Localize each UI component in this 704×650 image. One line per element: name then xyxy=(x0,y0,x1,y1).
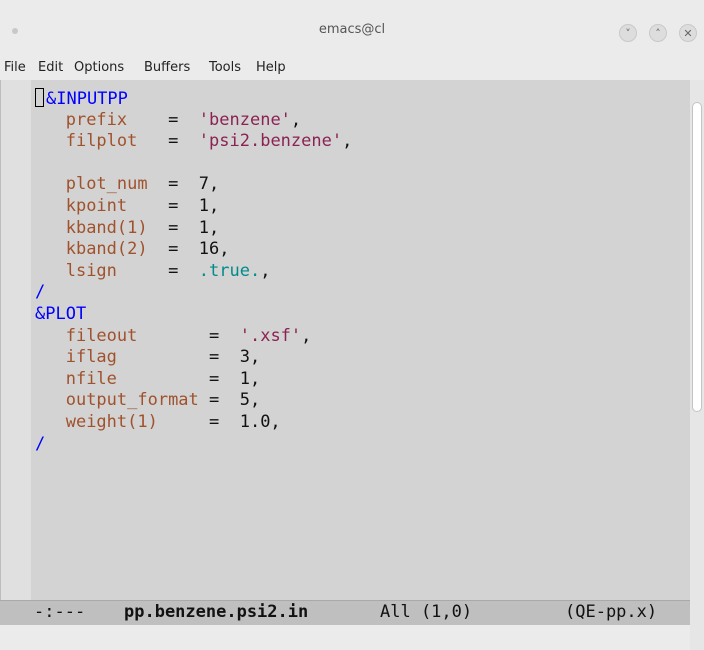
modeline-position: All (1,0) xyxy=(380,602,473,622)
code-text: = 1, xyxy=(147,217,220,238)
code-text: , xyxy=(260,260,271,281)
code-text: = 1, xyxy=(127,195,220,216)
maximize-button[interactable]: ˄ xyxy=(649,24,667,42)
code-line[interactable] xyxy=(35,153,352,175)
code-text: = 3, xyxy=(116,347,261,368)
close-button[interactable]: ✕ xyxy=(679,24,697,42)
code-line[interactable]: kpoint = 1, xyxy=(35,196,352,218)
code-line[interactable]: plot_num = 7, xyxy=(35,174,352,196)
code-line[interactable]: filplot = 'psi2.benzene', xyxy=(35,131,353,153)
code-token-var: kpoint xyxy=(65,195,128,216)
code-text: , xyxy=(290,109,302,130)
code-line[interactable]: / xyxy=(35,282,352,304)
code-line[interactable]: / xyxy=(35,434,352,456)
code-token-var: filplot xyxy=(65,131,138,152)
code-text: , xyxy=(301,325,312,346)
code-token-var: kband(1) xyxy=(65,217,148,238)
code-token-var: kband(2) xyxy=(65,239,148,260)
code-token-kw: / xyxy=(35,282,46,303)
code-line[interactable]: weight(1) = 1.0, xyxy=(35,412,352,434)
code-text: = xyxy=(137,325,240,346)
code-line[interactable]: kband(1) = 1, xyxy=(35,218,352,240)
code-text: = 7, xyxy=(147,174,220,195)
code-text: = 1, xyxy=(116,368,261,389)
code-line[interactable]: output_format = 5, xyxy=(35,390,352,412)
code-buffer[interactable]: &INPUTPP prefix = 'benzene', filplot = '… xyxy=(35,88,352,455)
close-icon: ✕ xyxy=(683,27,693,40)
modeline-buffer-name[interactable]: pp.benzene.psi2.in xyxy=(124,602,308,622)
code-text: , xyxy=(342,131,353,152)
code-line[interactable]: prefix = 'benzene', xyxy=(35,110,352,132)
menu-tools[interactable]: Tools xyxy=(209,60,241,75)
code-text: = xyxy=(127,109,199,130)
code-line[interactable]: lsign = .true., xyxy=(35,261,352,283)
code-token-var: output_format xyxy=(65,390,199,411)
code-text: = 1.0, xyxy=(157,411,281,432)
code-text: = 5, xyxy=(198,390,261,411)
code-token-var: lsign xyxy=(65,260,117,281)
chevron-up-icon: ˄ xyxy=(655,27,661,40)
code-token-var: plot_num xyxy=(65,174,148,195)
code-text: = xyxy=(116,260,199,281)
menu-edit[interactable]: Edit xyxy=(38,60,63,75)
code-line[interactable]: fileout = '.xsf', xyxy=(35,326,352,348)
code-token-var: prefix xyxy=(65,109,128,130)
minibuffer[interactable] xyxy=(0,625,690,650)
code-token-kw: &PLOT xyxy=(35,303,87,324)
menu-help[interactable]: Help xyxy=(256,60,286,75)
title-bar: emacs@cl ˅ ˄ ✕ xyxy=(0,0,704,58)
text-cursor xyxy=(35,88,44,107)
chevron-down-icon: ˅ xyxy=(625,27,631,40)
code-token-var: weight(1) xyxy=(65,411,158,432)
modeline-status: -:--- xyxy=(34,602,86,622)
code-token-var: nfile xyxy=(65,368,117,389)
vertical-scrollbar[interactable] xyxy=(690,80,704,650)
mode-line: -:--- pp.benzene.psi2.in All (1,0) (QE-p… xyxy=(0,600,690,625)
code-token-kw: / xyxy=(35,433,46,454)
code-line[interactable]: &PLOT xyxy=(35,304,352,326)
menu-bar: File Edit Options Buffers Tools Help xyxy=(0,58,704,80)
window-title: emacs@cl xyxy=(318,22,386,37)
code-token-var: fileout xyxy=(65,325,138,346)
menu-buffers[interactable]: Buffers xyxy=(144,60,190,75)
code-token-str: '.xsf' xyxy=(239,325,302,346)
code-token-kw: &INPUTPP xyxy=(46,89,128,109)
code-line[interactable]: nfile = 1, xyxy=(35,369,352,391)
code-line[interactable]: kband(2) = 16, xyxy=(35,239,352,261)
code-token-str: 'psi2.benzene' xyxy=(198,131,343,152)
left-fringe xyxy=(1,80,31,600)
minimize-button[interactable]: ˅ xyxy=(619,24,637,42)
code-line[interactable]: &INPUTPP xyxy=(35,88,352,110)
code-text: = xyxy=(137,131,199,152)
scrollbar-thumb[interactable] xyxy=(692,102,702,412)
code-token-str: 'benzene' xyxy=(198,109,291,130)
code-token-var: iflag xyxy=(65,347,117,368)
code-line[interactable]: iflag = 3, xyxy=(35,347,352,369)
editor-area[interactable]: &INPUTPP prefix = 'benzene', filplot = '… xyxy=(0,80,691,600)
code-text: = 16, xyxy=(147,239,230,260)
menu-file[interactable]: File xyxy=(4,60,26,75)
code-token-con: .true. xyxy=(198,260,261,281)
menu-options[interactable]: Options xyxy=(74,60,124,75)
modeline-major-mode[interactable]: (QE-pp.x) xyxy=(565,602,657,622)
